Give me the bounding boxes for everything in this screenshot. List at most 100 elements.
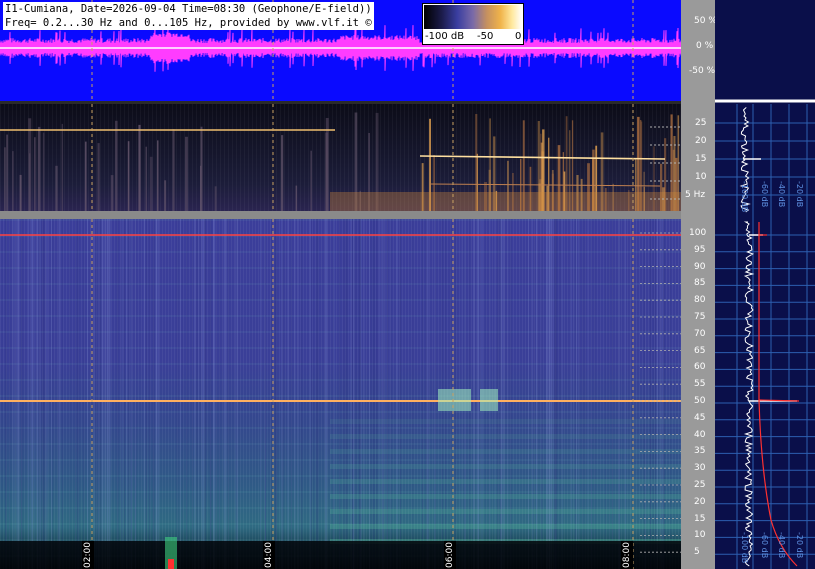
spectrogram-streak <box>573 219 575 569</box>
low-spectrogram-features <box>0 104 681 211</box>
spectrogram-streak <box>591 219 593 569</box>
spectrogram-streak <box>215 219 217 569</box>
low-spectrogram-burst <box>295 185 298 211</box>
spectrogram-streak <box>385 219 387 569</box>
spectrogram-streak <box>149 219 151 569</box>
high-freq-tick: 55 <box>694 379 706 390</box>
spectrogram-streak <box>181 219 183 569</box>
spectrogram-streak <box>127 219 129 569</box>
spectrogram-streak <box>343 219 345 569</box>
spectrogram-streak <box>178 219 180 569</box>
high-freq-tick: 60 <box>694 362 706 373</box>
spectrogram-streak <box>287 219 289 569</box>
spectrogram-streak <box>16 219 18 569</box>
spectrogram-band <box>330 479 681 484</box>
low-spectrogram-burst <box>157 140 159 211</box>
spectrogram-streak <box>425 219 427 569</box>
colorbar-legend: -100 dB -50 0 <box>422 3 524 45</box>
spectrogram-streak <box>281 219 283 569</box>
frequency-scale-column: 50 % 0 % -50 % 25 20 15 10 5 Hz 100 95 90 85 80 7… <box>681 0 717 569</box>
low-freq-tick: 10 <box>695 172 707 182</box>
spectrogram-streak <box>130 219 132 569</box>
spectrogram-streak <box>373 219 375 569</box>
section-divider-middle <box>0 211 715 219</box>
low-spectrogram-burst <box>6 134 8 211</box>
spectrogram-streak <box>584 219 586 569</box>
high-freq-tick: 40 <box>694 429 706 440</box>
spectrogram-streak <box>354 219 356 569</box>
low-spectrogram-burst <box>19 174 22 211</box>
spectrogram-streak <box>533 219 535 569</box>
low-spectrogram-burst <box>185 136 188 211</box>
spectrogram-streak <box>313 219 314 569</box>
spectrogram-band <box>330 524 681 529</box>
spectrogram-streak <box>18 219 19 569</box>
spectrogram-streak <box>75 219 76 569</box>
spectrogram-streak <box>379 219 381 569</box>
spectrogram-streak <box>105 219 106 569</box>
spectrogram-streak <box>22 219 24 569</box>
high-freq-tick: 70 <box>694 328 706 339</box>
low-spectrogram-burst <box>281 135 284 211</box>
low-spectrogram-bottom-band <box>330 192 681 211</box>
spectrogram-streak <box>124 219 126 569</box>
spectrogram-streak <box>412 219 414 569</box>
spectrogram-streak <box>21 219 22 569</box>
spectrogram-streak <box>51 219 53 569</box>
high-freq-tick: 75 <box>694 312 706 322</box>
low-spectrogram-burst <box>164 180 167 211</box>
spectrogram-streak <box>333 219 335 569</box>
high-frequency-spectrogram <box>0 219 681 569</box>
spectrogram-streak <box>625 219 626 569</box>
spectrogram-streak <box>199 219 201 569</box>
low-spectrogram-burst <box>37 126 41 211</box>
spectrogram-streak <box>107 219 109 569</box>
spectrogram-streak <box>499 219 501 569</box>
spectrogram-streak <box>369 219 371 569</box>
spectrogram-streak <box>556 219 558 569</box>
spectrogram-streak <box>594 219 596 569</box>
colorbar-min-label: -100 dB <box>425 31 465 42</box>
spectrogram-streak <box>316 219 318 569</box>
low-frequency-spectrogram <box>0 104 681 211</box>
spectrogram-streak <box>339 219 341 569</box>
low-spectrogram-burst <box>325 132 328 211</box>
spectrogram-streak <box>428 219 429 569</box>
spectrogram-streak <box>52 219 54 569</box>
time-label-0400: 04:00 <box>263 541 275 569</box>
low-spectrogram-burst <box>97 143 100 211</box>
low-spectrogram-burst <box>138 124 141 211</box>
spectrogram-streak <box>237 219 239 569</box>
spectrogram-streak <box>510 219 512 569</box>
spectrogram-streak <box>317 219 319 569</box>
low-spectrogram-burst <box>34 137 36 211</box>
spectrogram-streak <box>209 219 211 569</box>
spectrogram-streak <box>376 219 378 569</box>
high-freq-tick: 25 <box>694 480 706 490</box>
low-spectrogram-burst <box>115 120 118 211</box>
db-label-bottom-1: -100 dB <box>740 532 749 564</box>
spectrogram-streak <box>561 219 563 569</box>
high-freq-tick: 80 <box>694 295 706 306</box>
spectrogram-streak <box>192 219 194 569</box>
spectrogram-streak <box>58 219 60 569</box>
spectrogram-streak <box>370 219 372 569</box>
spectrogram-streak <box>332 219 334 569</box>
db-label-bottom-2: -60 dB <box>760 532 769 559</box>
colorbar-gradient <box>424 5 522 29</box>
spectrogram-streak <box>213 219 215 569</box>
spectrogram-streak <box>382 219 384 569</box>
spectrogram-streak <box>40 219 42 569</box>
spectrogram-streak <box>46 219 48 569</box>
bright-burst <box>438 389 471 411</box>
high-freq-tick: 5 <box>694 547 700 558</box>
spectrogram-streak <box>652 219 654 569</box>
bright-burst <box>480 389 498 411</box>
spectrogram-streak <box>386 219 388 569</box>
spectrogram-streak <box>345 219 347 569</box>
time-label-0200: 02:00 <box>82 541 94 569</box>
spectrogram-streak <box>43 219 45 569</box>
spectrogram-streak <box>176 219 178 569</box>
spectrogram-streak <box>372 219 374 569</box>
spectrogram-streak <box>158 219 160 569</box>
